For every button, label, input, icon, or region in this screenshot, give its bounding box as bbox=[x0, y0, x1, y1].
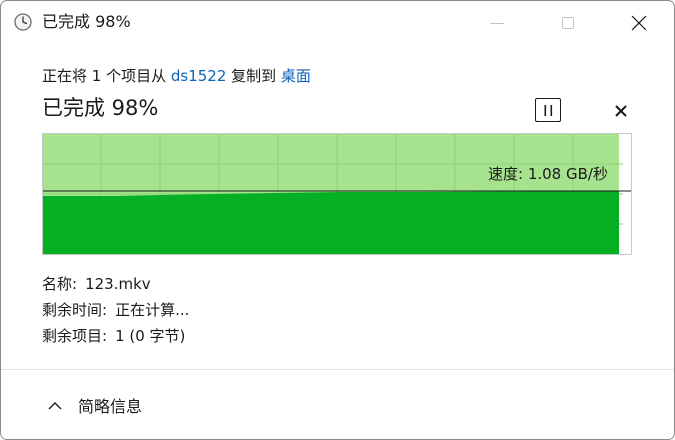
window-close-button[interactable] bbox=[616, 1, 662, 45]
speed-label: 速度: 1.08 GB/秒 bbox=[488, 165, 608, 183]
pause-icon bbox=[544, 105, 553, 116]
pause-button[interactable] bbox=[535, 98, 561, 122]
title-bar[interactable]: 已完成 98% bbox=[1, 1, 674, 45]
time-remaining-row: 剩余时间: 正在计算... bbox=[42, 300, 189, 320]
transfer-description: 正在将 1 个项目从 ds1522 复制到 桌面 bbox=[42, 66, 311, 86]
copy-progress-window: 已完成 98% 正在将 1 个项目从 ds1522 复制到 桌面 已完成 98% bbox=[0, 0, 675, 440]
minimize-button[interactable] bbox=[474, 1, 520, 45]
destination-link[interactable]: 桌面 bbox=[281, 67, 311, 85]
transfer-middle: 复制到 bbox=[226, 67, 281, 85]
maximize-icon bbox=[562, 17, 574, 29]
clock-icon bbox=[14, 13, 32, 31]
source-link[interactable]: ds1522 bbox=[171, 67, 227, 85]
footer-bar: 简略信息 bbox=[1, 369, 674, 439]
items-remaining-label: 剩余项目: bbox=[42, 327, 108, 345]
file-name-label: 名称: bbox=[42, 275, 78, 293]
graph-speed-fill bbox=[43, 191, 619, 254]
chevron-up-icon bbox=[48, 402, 62, 410]
progress-title: 已完成 98% bbox=[42, 96, 159, 120]
file-name-row: 名称: 123.mkv bbox=[42, 274, 151, 294]
time-remaining-label: 剩余时间: bbox=[42, 301, 108, 319]
items-remaining-row: 剩余项目: 1 (0 字节) bbox=[42, 326, 185, 346]
window-title: 已完成 98% bbox=[42, 12, 131, 31]
time-remaining-value: 正在计算... bbox=[115, 301, 190, 319]
close-icon bbox=[631, 15, 647, 31]
transfer-prefix: 正在将 1 个项目从 bbox=[42, 67, 171, 85]
items-remaining-value: 1 (0 字节) bbox=[115, 327, 186, 345]
fewer-details-label: 简略信息 bbox=[78, 397, 143, 416]
cancel-button[interactable] bbox=[610, 100, 632, 122]
maximize-button[interactable] bbox=[545, 1, 591, 45]
minimize-icon bbox=[490, 23, 504, 24]
transfer-speed-graph bbox=[42, 133, 632, 255]
close-icon bbox=[615, 105, 627, 117]
speed-graph-canvas bbox=[43, 134, 631, 254]
file-name-value: 123.mkv bbox=[85, 275, 151, 293]
